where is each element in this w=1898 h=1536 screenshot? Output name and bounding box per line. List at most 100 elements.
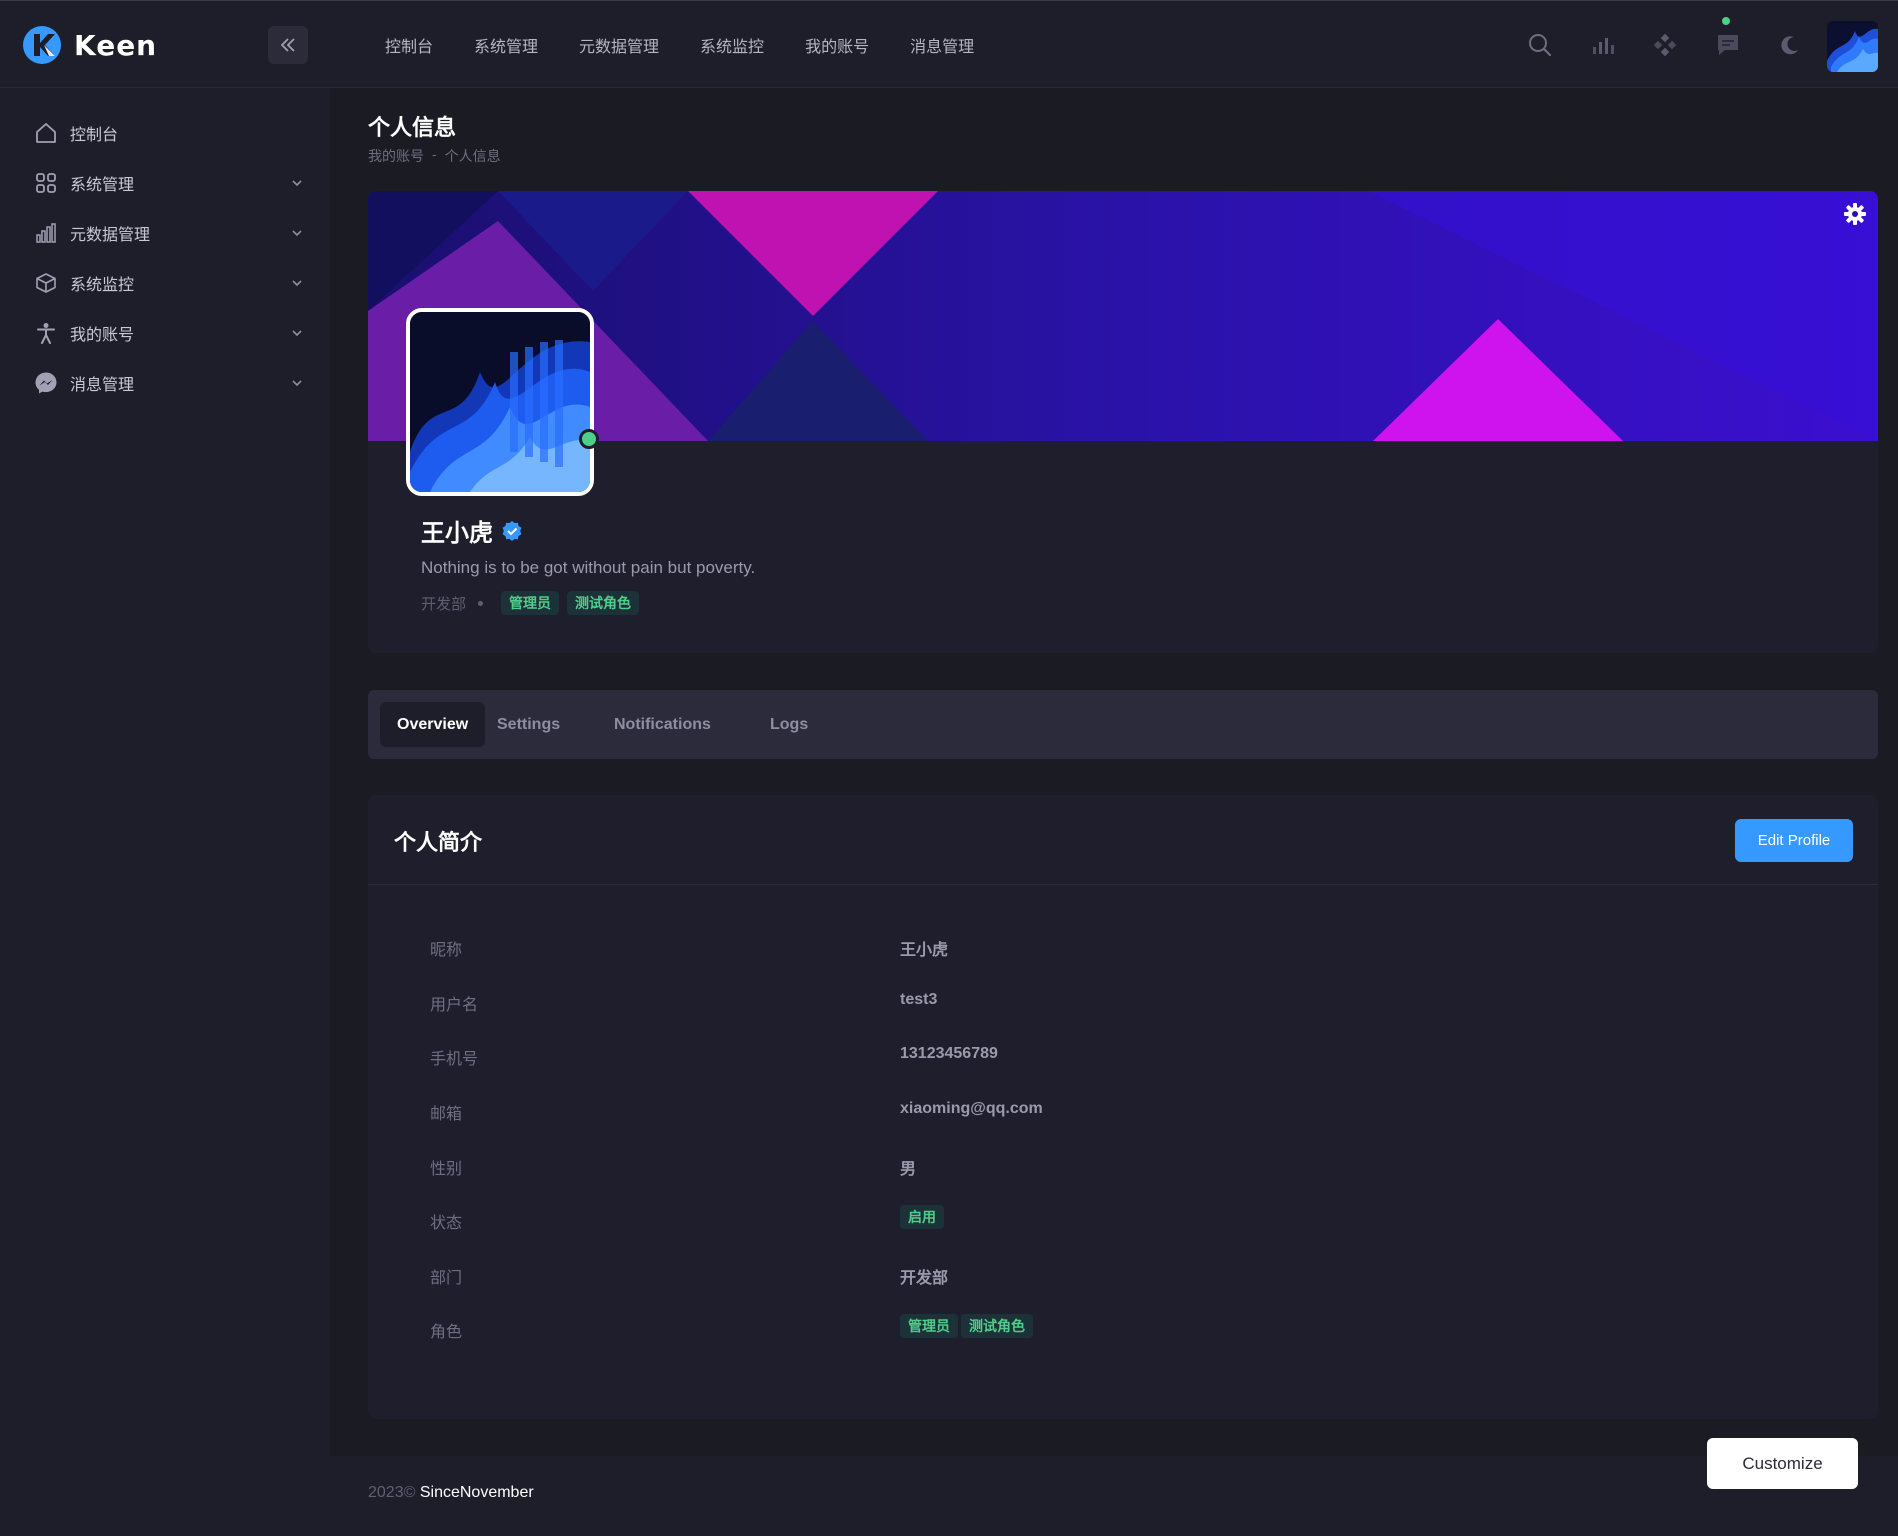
detail-row-status: 状态 启用 [368,1205,1878,1235]
topnav-item-account[interactable]: 我的账号 [805,33,869,57]
avatar [1827,21,1878,72]
tab-settings[interactable]: Settings [480,702,577,747]
bar-chart-icon [33,220,59,246]
detail-label: 性别 [430,1161,463,1178]
app-name: Keen [74,28,158,62]
sidebar-item-system[interactable]: 系统管理 [0,161,330,205]
status-badge: 启用 [900,1205,944,1229]
settings-gear-button[interactable] [1843,202,1867,226]
detail-row-department: 部门 开发部 [368,1260,1878,1290]
avatar [410,312,590,492]
role-badge: 管理员 [501,591,560,615]
detail-label: 状态 [430,1215,463,1232]
double-chevron-left-icon [280,38,295,52]
top-header: Keen 控制台 系统管理 元数据管理 系统监控 我的账号 消息管理 [0,0,1898,88]
chevron-down-icon [290,326,304,340]
edit-profile-button[interactable]: Edit Profile [1735,819,1853,862]
sidebar-item-account[interactable]: 我的账号 [0,311,330,355]
topnav-item-system[interactable]: 系统管理 [474,33,538,57]
chart-bars-icon [1593,38,1614,54]
profile-avatar[interactable] [406,308,594,496]
topnav-item-messages[interactable]: 消息管理 [910,33,974,57]
sidebar-collapse-button[interactable] [268,26,308,64]
topnav-item-metadata[interactable]: 元数据管理 [579,33,659,57]
search-button[interactable] [1524,29,1556,61]
breadcrumb-item-current: 个人信息 [444,148,501,164]
sidebar-item-label: 我的账号 [70,327,135,344]
detail-value: 启用 [900,1205,947,1229]
profile-department: 开发部 [421,595,467,613]
detail-row-phone: 手机号 13123456789 [368,1041,1878,1071]
detail-value: xiaoming@qq.com [900,1100,1043,1117]
chevron-down-icon [290,226,304,240]
detail-value: 王小虎 [900,942,949,959]
detail-value: test3 [900,991,938,1008]
detail-row-username: 用户名 test3 [368,987,1878,1017]
message-icon [1718,35,1738,55]
theme-toggle-button[interactable] [1774,29,1806,61]
sidebar-item-monitor[interactable]: 系统监控 [0,261,330,305]
detail-row-gender: 性别 男 [368,1151,1878,1181]
keen-logo-icon [23,26,61,64]
profile-tabs: Overview Settings Notifications Logs [368,690,1878,759]
profile-details-card: 个人简介 Edit Profile 昵称 王小虎 用户名 test3 手机号 1… [368,795,1878,1419]
messages-button[interactable] [1712,29,1744,61]
chevron-down-icon [290,376,304,390]
home-icon [33,120,59,146]
detail-value: 管理员 测试角色 [900,1314,1036,1338]
online-status-indicator [579,429,599,449]
page-title: 个人信息 [368,115,457,140]
profile-meta: 开发部 管理员 测试角色 [421,591,647,615]
footer-link[interactable]: SinceNovember [420,1484,534,1501]
verified-badge-icon [502,520,522,541]
notification-dot [1722,17,1730,25]
detail-label: 昵称 [430,942,463,959]
detail-value: 开发部 [900,1270,949,1287]
chevron-down-icon [290,276,304,290]
detail-label: 手机号 [430,1051,479,1068]
detail-label: 部门 [430,1270,463,1287]
sidebar: 控制台 系统管理 元数据管理 系统监控 我的账号 消息管理 [0,88,330,1536]
detail-label: 邮箱 [430,1106,463,1123]
profile-banner [368,191,1878,441]
search-icon [1529,34,1552,57]
sidebar-item-label: 元数据管理 [70,227,151,244]
customize-button[interactable]: Customize [1707,1438,1858,1489]
grid-icon [33,170,59,196]
profile-bio: Nothing is to be got without pain but po… [421,558,756,577]
top-navigation: 控制台 系统管理 元数据管理 系统监控 我的账号 消息管理 [385,1,1015,89]
footer: 2023© SinceNovember [330,1456,1898,1536]
profile-name: 王小虎 [421,513,523,548]
profile-name-text: 王小虎 [421,520,493,547]
separator-dot [478,600,484,606]
detail-label: 用户名 [430,997,479,1014]
breadcrumb-item-account[interactable]: 我的账号 [368,146,424,166]
sidebar-item-dashboard[interactable]: 控制台 [0,111,330,155]
sidebar-item-metadata[interactable]: 元数据管理 [0,211,330,255]
role-badge: 测试角色 [961,1314,1033,1338]
detail-row-email: 邮箱 xiaoming@qq.com [368,1096,1878,1126]
sidebar-item-label: 消息管理 [70,377,135,394]
activity-button[interactable] [1587,29,1619,61]
card-header: 个人简介 Edit Profile [368,795,1878,885]
breadcrumb-separator: - [432,146,437,162]
user-avatar-menu[interactable] [1827,21,1878,72]
topnav-item-dashboard[interactable]: 控制台 [385,33,433,57]
apps-button[interactable] [1649,29,1681,61]
footer-year: 2023© [368,1484,416,1501]
tab-overview[interactable]: Overview [380,702,486,747]
apps-icon [1653,33,1677,57]
card-title: 个人简介 [394,830,483,855]
sidebar-item-label: 控制台 [70,127,119,144]
messenger-icon [33,370,59,396]
person-icon [33,320,59,346]
detail-value: 13123456789 [900,1045,998,1062]
logo[interactable]: Keen [22,25,157,65]
detail-label: 角色 [430,1324,463,1341]
tab-logs[interactable]: Logs [753,702,825,747]
sidebar-item-messages[interactable]: 消息管理 [0,361,330,405]
profile-card: 王小虎 Nothing is to be got without pain bu… [368,191,1878,653]
tab-notifications[interactable]: Notifications [597,702,728,747]
topnav-item-monitor[interactable]: 系统监控 [700,33,764,57]
breadcrumb: 我的账号 - 个人信息 [368,146,501,166]
